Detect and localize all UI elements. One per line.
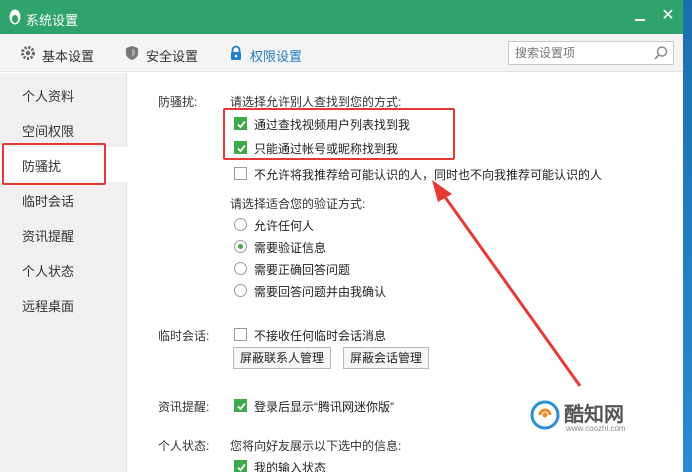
- watermark-logo-icon: [530, 400, 560, 430]
- desktop-edge: [683, 0, 692, 472]
- watermark: 酷知网 www.coozhi.com: [530, 396, 660, 436]
- settings-window: 系统设置 ✕ 基本设置 安全设置 权限设置 搜索设置项 个人资料 空间权限 防骚…: [0, 0, 683, 472]
- watermark-name: 酷知网: [564, 404, 624, 426]
- watermark-url: www.coozhi.com: [566, 424, 626, 433]
